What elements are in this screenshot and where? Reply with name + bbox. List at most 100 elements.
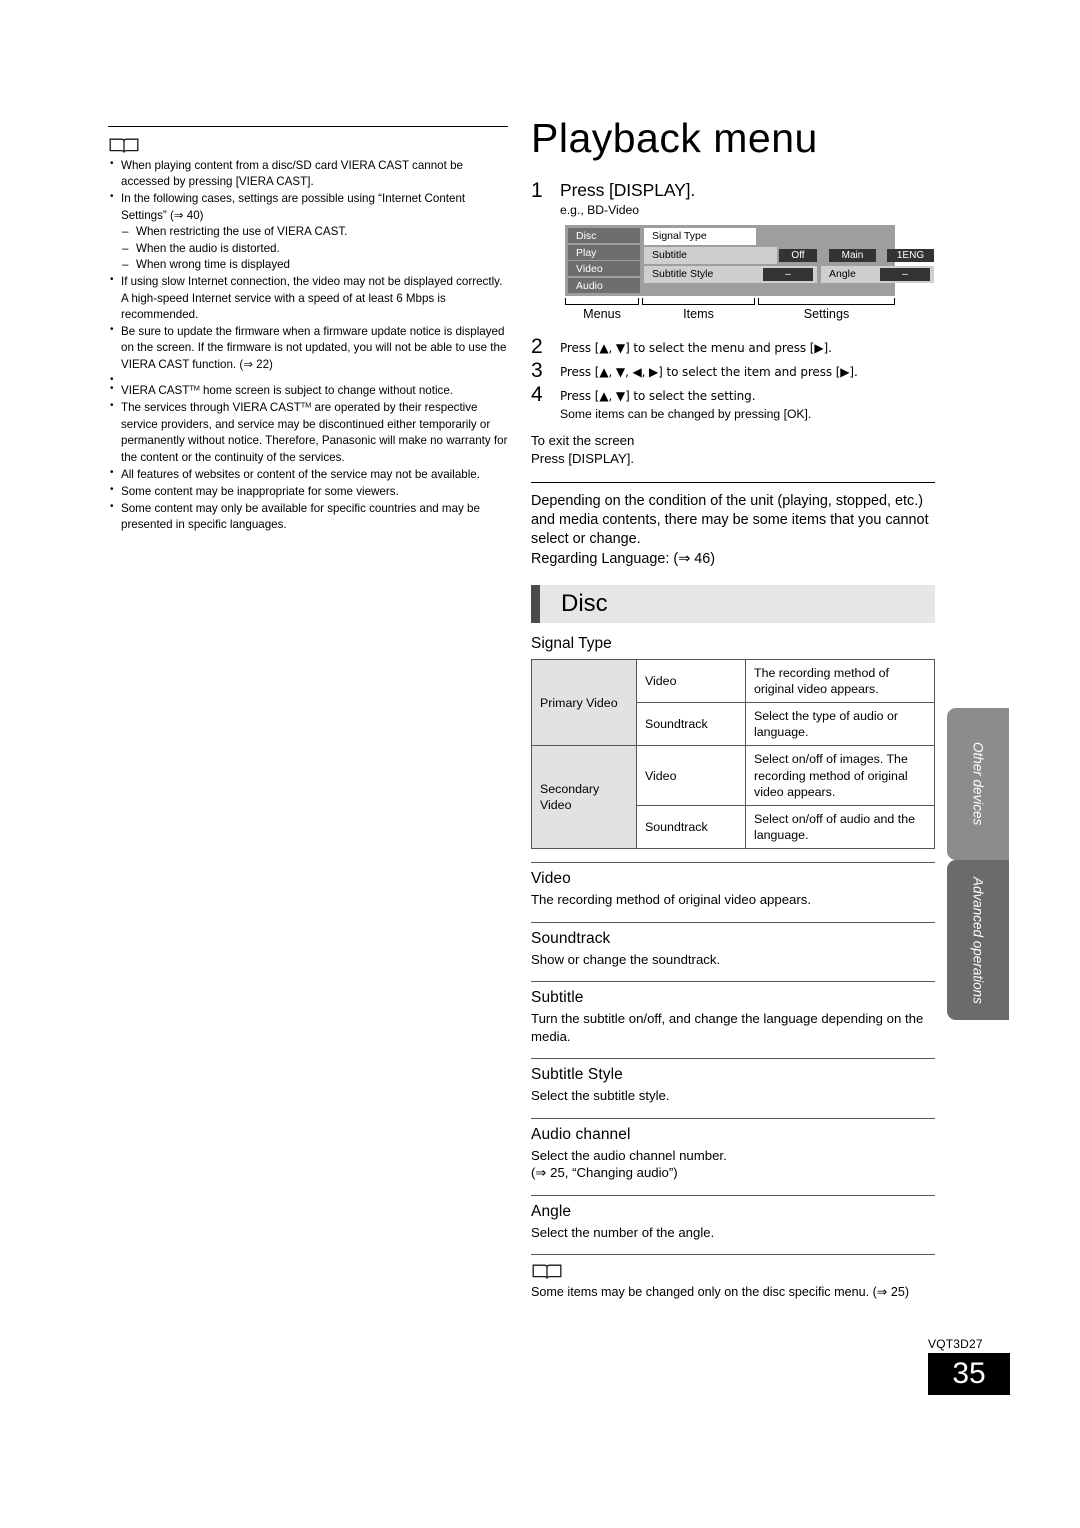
cell-type: Video bbox=[636, 658, 746, 704]
exit-body: Press [DISPLAY]. bbox=[531, 450, 635, 466]
footer-note-text: Some items may be changed only on the di… bbox=[531, 1285, 910, 1300]
entry-divider bbox=[531, 1117, 935, 1119]
step-4-note: Some items can be changed by pressing [O… bbox=[560, 407, 812, 422]
menu-setting-subtitle-off[interactable]: Off bbox=[779, 249, 817, 263]
section-title: Disc bbox=[561, 589, 608, 617]
list-item: VIERA CASTTM home screen is subject to c… bbox=[108, 382, 508, 399]
side-tab-advanced-operations[interactable]: Advanced operations bbox=[947, 860, 1009, 1020]
entry-term: Soundtrack bbox=[531, 929, 611, 947]
step-number: 1 bbox=[531, 179, 543, 202]
entry-video: Video The recording method of original v… bbox=[531, 862, 935, 909]
signal-type-heading: Signal Type bbox=[531, 634, 612, 652]
cell-description: Select on/off of images. The recording m… bbox=[745, 745, 935, 806]
list-item: All features of websites or content of t… bbox=[108, 466, 508, 483]
menu-setting-subtitle-style[interactable]: – bbox=[763, 268, 813, 282]
menu-item-subtitle[interactable]: Subtitle bbox=[644, 247, 777, 265]
list-item: Some content may be inappropriate for so… bbox=[108, 483, 508, 500]
entry-divider bbox=[531, 981, 935, 983]
left-notes-column: When playing content from a disc/SD card… bbox=[108, 126, 508, 534]
playback-menu-diagram: Disc Play Video Audio Signal Type Subtit… bbox=[565, 225, 934, 321]
entry-definition: The recording method of original video a… bbox=[531, 892, 812, 908]
menu-tab-disc[interactable]: Disc bbox=[568, 228, 640, 244]
entry-term: Video bbox=[531, 870, 571, 888]
menu-tabs-column: Disc Play Video Audio bbox=[568, 228, 640, 293]
menu-items-column: Signal Type Subtitle Off Main 1ENG Subti… bbox=[644, 228, 934, 293]
entry-divider bbox=[531, 1194, 935, 1196]
entry-term: Subtitle bbox=[531, 989, 584, 1007]
menu-row-signal-type: Signal Type bbox=[644, 228, 934, 246]
entry-definition: Turn the subtitle on/off, and change the… bbox=[531, 1011, 924, 1044]
entry-divider bbox=[531, 1058, 935, 1060]
step-2: 2 Press [▲, ▼] to select the menu and pr… bbox=[531, 335, 935, 358]
step-text: Press [▲, ▼, ◀, ▶] to select the item an… bbox=[560, 364, 858, 379]
menu-setting-angle[interactable]: – bbox=[880, 268, 930, 282]
condition-paragraph: Depending on the condition of the unit (… bbox=[531, 492, 929, 548]
menu-setting-subtitle-main[interactable]: Main bbox=[829, 249, 876, 263]
entry-divider bbox=[531, 921, 935, 923]
step-1-example: e.g., BD-Video bbox=[560, 203, 640, 218]
list-item: When wrong time is displayed bbox=[121, 257, 508, 274]
entry-subtitle: Subtitle Turn the subtitle on/off, and c… bbox=[531, 981, 935, 1045]
exit-heading: To exit the screen bbox=[531, 433, 635, 449]
menu-item-angle[interactable]: Angle – bbox=[821, 266, 934, 284]
entry-definition: Show or change the soundtrack. bbox=[531, 951, 721, 967]
menu-tab-play[interactable]: Play bbox=[568, 244, 640, 260]
sub-list: When restricting the use of VIERA CAST. … bbox=[121, 224, 508, 274]
cell-category-secondary: Secondary Video bbox=[531, 745, 637, 850]
language-reference: Regarding Language: (⇒ 46) bbox=[531, 550, 716, 567]
entry-term: Audio channel bbox=[531, 1125, 631, 1143]
entry-definition: Select the number of the angle. bbox=[531, 1224, 715, 1240]
cell-category-primary: Primary Video bbox=[531, 658, 637, 747]
step-number: 3 bbox=[531, 358, 543, 382]
menu-row-subtitle-style-angle: Subtitle Style – Angle – bbox=[644, 266, 934, 284]
bracket-menus: Menus bbox=[565, 297, 639, 321]
step-text: Press [DISPLAY]. bbox=[560, 180, 696, 200]
menu-tab-video[interactable]: Video bbox=[568, 261, 640, 277]
menu-tab-audio[interactable]: Audio bbox=[568, 277, 640, 293]
step-1: 1 Press [DISPLAY]. bbox=[531, 179, 935, 202]
entry-audio-channel: Audio channel Select the audio channel n… bbox=[531, 1117, 935, 1182]
cell-type: Video bbox=[636, 745, 746, 806]
cell-description: Select the type of audio or language. bbox=[745, 702, 935, 747]
section-accent-bar bbox=[531, 584, 540, 623]
bracket-shape bbox=[642, 297, 755, 305]
diagram-bracket-labels: Menus Items Settings bbox=[565, 297, 895, 321]
side-tab-group: Other devices Advanced operations bbox=[947, 708, 1009, 1020]
section-divider bbox=[531, 481, 935, 483]
cell-description: The recording method of original video a… bbox=[745, 658, 935, 704]
list-item: Some content may only be available for s… bbox=[108, 500, 508, 534]
menu-row-subtitle: Subtitle Off Main 1ENG bbox=[644, 247, 934, 265]
list-item: When playing content from a disc/SD card… bbox=[108, 157, 508, 191]
step-text: Press [▲, ▼] to select the menu and pres… bbox=[560, 340, 832, 355]
bracket-items: Items bbox=[642, 297, 755, 321]
section-header-disc: Disc bbox=[531, 584, 935, 623]
page-footer: VQT3D27 35 bbox=[928, 1337, 1018, 1395]
step-3: 3 Press [▲, ▼, ◀, ▶] to select the item … bbox=[531, 359, 935, 382]
bracket-label: Settings bbox=[803, 306, 850, 321]
bracket-shape bbox=[758, 297, 895, 305]
open-book-icon bbox=[532, 1264, 562, 1280]
list-item: If using slow Internet connection, the v… bbox=[108, 273, 508, 323]
entry-angle: Angle Select the number of the angle. bbox=[531, 1194, 935, 1242]
cell-type: Soundtrack bbox=[636, 804, 746, 850]
cell-description: Select on/off of audio and the language. bbox=[745, 804, 935, 850]
list-item: The services through VIERA CASTTM are op… bbox=[108, 399, 508, 466]
entry-definition: Select the audio channel number. (⇒ 25, … bbox=[531, 1147, 727, 1181]
exit-instructions: To exit the screen Press [DISPLAY]. bbox=[531, 432, 935, 468]
entry-divider bbox=[531, 862, 935, 864]
bracket-label: Items bbox=[683, 306, 714, 321]
entry-soundtrack: Soundtrack Show or change the soundtrack… bbox=[531, 921, 935, 969]
menu-item-signal-type[interactable]: Signal Type bbox=[644, 228, 756, 246]
table-row: Secondary Video Video Select on/off of i… bbox=[531, 745, 935, 850]
cell-type: Soundtrack bbox=[636, 702, 746, 747]
menu-setting-subtitle-1eng[interactable]: 1ENG bbox=[887, 249, 934, 263]
bracket-settings: Settings bbox=[758, 297, 895, 321]
page-title: Playback menu bbox=[531, 115, 818, 161]
page-number: 35 bbox=[928, 1353, 1010, 1395]
step-number: 2 bbox=[531, 334, 543, 358]
menu-item-subtitle-style[interactable]: Subtitle Style – bbox=[644, 266, 817, 284]
side-tab-other-devices[interactable]: Other devices bbox=[947, 708, 1009, 860]
step-text: Press [▲, ▼] to select the setting. bbox=[560, 389, 756, 404]
list-item: When restricting the use of VIERA CAST. bbox=[121, 224, 508, 241]
top-divider bbox=[108, 126, 508, 127]
